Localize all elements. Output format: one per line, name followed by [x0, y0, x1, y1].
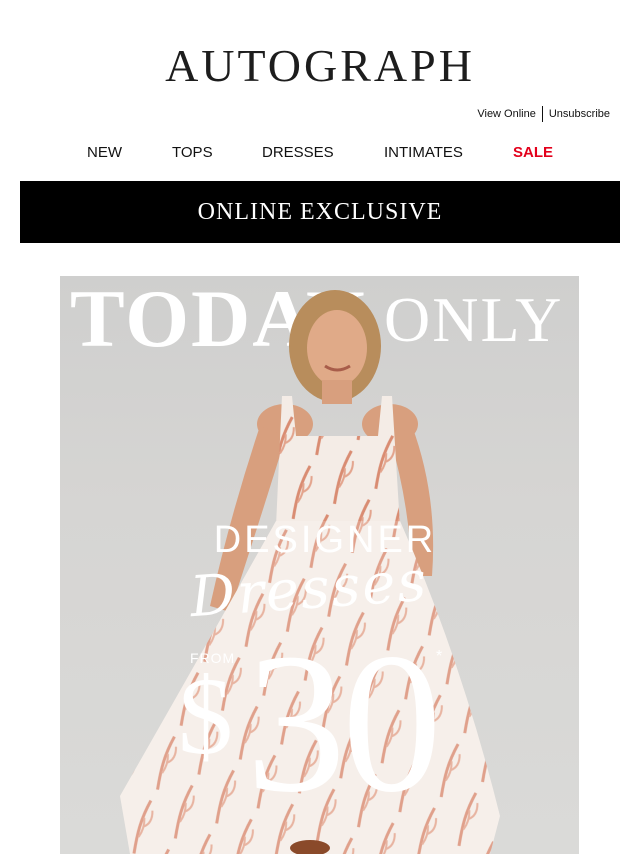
price-asterisk: *	[436, 648, 443, 665]
nav-item-sale[interactable]: SALE	[513, 143, 553, 163]
nav-item-intimates[interactable]: INTIMATES	[384, 143, 463, 163]
nav-item-tops[interactable]: TOPS	[172, 143, 213, 163]
online-exclusive-banner[interactable]: ONLINE EXCLUSIVE	[20, 181, 620, 243]
unsubscribe-link[interactable]: Unsubscribe	[549, 108, 610, 120]
view-online-link[interactable]: View Online	[477, 108, 536, 120]
utility-links: View Online Unsubscribe	[477, 106, 610, 122]
nav-item-dresses[interactable]: DRESSES	[262, 143, 334, 163]
price-currency: $	[178, 655, 233, 777]
hero-promo[interactable]: TODAY ONLY DESIGNER Dresses FROM $ 30 *	[60, 276, 579, 854]
link-divider	[541, 106, 543, 122]
nav-item-new[interactable]: NEW	[87, 143, 122, 163]
brand-logo[interactable]: AUTOGRAPH	[0, 38, 640, 94]
category-nav: NEW TOPS DRESSES INTIMATES SALE	[0, 143, 640, 163]
price-amount: 30	[246, 613, 442, 834]
